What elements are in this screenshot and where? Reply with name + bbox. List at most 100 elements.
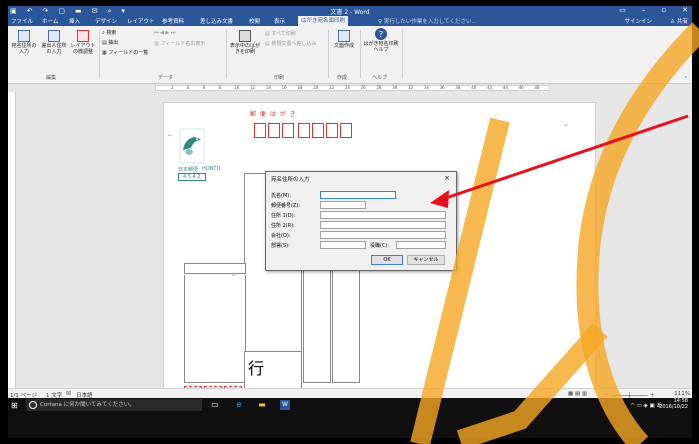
sign-in-link[interactable]: サインイン xyxy=(624,17,652,25)
ruler-number: 2 xyxy=(171,85,174,90)
group-help-label: ヘルプ xyxy=(372,75,388,81)
tab-view[interactable]: 表示 xyxy=(274,17,285,25)
ribbon-display-icon[interactable]: ▭ xyxy=(619,6,626,14)
ruler-number: 36 xyxy=(439,85,445,90)
windows-taskbar: ⊞ Cortana に何か聞いてみてください。 ▭ e ▬ W ^ ▭ ◈ ▣ … xyxy=(8,398,692,438)
sender-card-icon xyxy=(48,30,60,42)
ruler-number: 28 xyxy=(376,85,382,90)
word-app-icon[interactable]: W xyxy=(280,400,290,410)
tab-review[interactable]: 校閲 xyxy=(249,17,260,25)
postal-code-box[interactable] xyxy=(298,123,310,138)
list-icon: ▦ xyxy=(102,50,107,56)
tab-mailings[interactable]: 差し込み文書 xyxy=(200,17,233,25)
group-separator xyxy=(226,30,227,78)
zoom-level[interactable]: 111% xyxy=(674,391,690,397)
extract-button[interactable]: ▤ 抽出 xyxy=(102,39,118,46)
ribbon: 宛名住所の入力 差出人住所の入力 レイアウトの微調整 編集 ⌕ 検索 ▤ 抽出 … xyxy=(8,26,692,84)
group-separator xyxy=(402,30,403,78)
tab-design[interactable]: デザイン xyxy=(95,17,117,25)
ruler-number: 12 xyxy=(250,85,256,90)
proofing-icon[interactable]: ☒ xyxy=(66,391,71,397)
sender-textbox[interactable] xyxy=(184,263,246,383)
address1-input[interactable] xyxy=(320,211,446,219)
maximize-icon[interactable]: ▫ xyxy=(661,6,666,14)
layout-adjust-icon xyxy=(77,30,89,42)
field-name-display-button[interactable]: ▥ フィールド名の表示 xyxy=(154,40,205,47)
clock-date: 2016/10/22 xyxy=(659,404,688,410)
record-navigation[interactable]: ⏮ ◀ ▶ ⏭ xyxy=(154,30,175,36)
tab-home[interactable]: ホーム xyxy=(42,17,58,25)
window-title: 文書 2 - Word xyxy=(330,9,370,16)
group-create-label: 作成 xyxy=(337,75,348,81)
paragraph-mark: ↵ xyxy=(564,123,569,129)
field-list-button[interactable]: ▦ フィールドの一覧 xyxy=(102,49,148,56)
field-list-label: フィールドの一覧 xyxy=(108,50,149,56)
print-current-button[interactable]: 表示中のはがきを印刷 xyxy=(228,30,262,55)
address-card-icon xyxy=(18,30,30,42)
merge-icon: ▤ xyxy=(265,41,270,47)
print-all-button[interactable]: ▤ すべて印刷 xyxy=(265,30,296,37)
ok-button[interactable]: OK xyxy=(371,255,403,265)
postal-code-box[interactable] xyxy=(326,123,338,138)
address-input-button[interactable]: 宛名住所の入力 xyxy=(10,30,38,55)
horizontal-ruler[interactable]: 2 4 6 8 10 12 14 16 18 20 22 24 26 28 30 32 34 36 38 40 42 44… xyxy=(8,84,692,92)
dialog-close-icon[interactable]: × xyxy=(444,174,450,182)
tell-me-box[interactable]: ♀ 実行したい作業を入力してください... xyxy=(378,17,477,25)
company-input[interactable] xyxy=(320,231,446,239)
ruler-number: 8 xyxy=(218,85,221,90)
task-view-icon[interactable]: ▭ xyxy=(210,400,220,410)
collapse-ribbon-icon[interactable]: ⌃ xyxy=(684,76,688,82)
paragraph-mark: ↵ xyxy=(232,273,237,279)
honorific-gyo: 行 xyxy=(248,359,265,378)
ruler-number: 14 xyxy=(265,85,271,90)
postal-code-box[interactable] xyxy=(340,123,352,138)
document-create-button[interactable]: 文面作成 xyxy=(330,30,358,49)
tab-layout[interactable]: レイアウト xyxy=(127,17,155,25)
filter-icon: ▤ xyxy=(102,40,107,46)
ribbon-tabs: ファイル ホーム 挿入 デザイン レイアウト 参考資料 差し込み文書 校閲 表示… xyxy=(8,16,692,26)
department-input[interactable] xyxy=(320,241,366,249)
print-all-label: すべて印刷 xyxy=(271,31,296,37)
search-button[interactable]: ⌕ 検索 xyxy=(102,29,116,36)
tab-file[interactable]: ファイル xyxy=(11,17,33,25)
job-title-input[interactable] xyxy=(396,241,446,249)
address1-label: 住所 1(D): xyxy=(271,213,296,219)
clock[interactable]: 14:58 2016/10/22 xyxy=(659,398,688,410)
postcard-header: 郵 便 は が き xyxy=(250,111,297,118)
new-doc-merge-button[interactable]: ▤ 新規文書へ差し込み xyxy=(265,40,316,47)
cancel-button[interactable]: キャンセル xyxy=(407,255,445,265)
tab-references[interactable]: 参考資料 xyxy=(162,17,184,25)
postal-code-box[interactable] xyxy=(282,123,294,138)
name-input[interactable] xyxy=(320,191,396,199)
help-label: はがき宛名印刷ヘルプ xyxy=(363,41,399,53)
tab-insert[interactable]: 挿入 xyxy=(69,17,80,25)
windows-start-icon[interactable]: ⊞ xyxy=(11,401,18,410)
file-explorer-icon[interactable]: ▬ xyxy=(257,400,267,410)
layout-adjust-button[interactable]: レイアウトの微調整 xyxy=(70,30,96,55)
dialog-title: 宛名住所の入力 xyxy=(271,177,310,183)
address2-input[interactable] xyxy=(320,221,446,229)
share-button[interactable]: ♙ 共有 xyxy=(670,17,688,25)
stamp-code: 4 5 4 2 xyxy=(178,173,206,181)
view-buttons[interactable]: ▦ ▤ ▥ xyxy=(568,391,587,397)
postal-code-box[interactable] xyxy=(254,123,266,138)
minimize-icon[interactable]: – xyxy=(642,6,646,14)
zip-input[interactable] xyxy=(320,201,366,209)
edge-browser-icon[interactable]: e xyxy=(234,400,244,410)
help-button[interactable]: ? はがき宛名印刷ヘルプ xyxy=(362,28,400,53)
postal-code-box[interactable] xyxy=(268,123,280,138)
ruler-number: 6 xyxy=(202,85,206,90)
tab-postcard-address-print[interactable]: はがき宛名面印刷 xyxy=(298,16,349,26)
ruler-number: 16 xyxy=(281,85,287,90)
cortana-search-box[interactable]: Cortana に何か聞いてみてください。 xyxy=(26,399,202,411)
vertical-ruler[interactable] xyxy=(8,92,16,392)
sender-input-button[interactable]: 差出人住所の入力 xyxy=(40,30,68,55)
close-icon[interactable]: ✕ xyxy=(682,6,688,14)
ruler-number: 48 xyxy=(534,85,540,90)
ruler-number: 40 xyxy=(471,85,477,90)
postal-code-box[interactable] xyxy=(312,123,324,138)
group-data-label: データ xyxy=(158,75,174,81)
cortana-icon xyxy=(29,401,37,409)
system-tray-icons[interactable]: ^ ▭ ◈ ▣ あ xyxy=(630,401,662,409)
ruler-number: 22 xyxy=(329,85,335,90)
